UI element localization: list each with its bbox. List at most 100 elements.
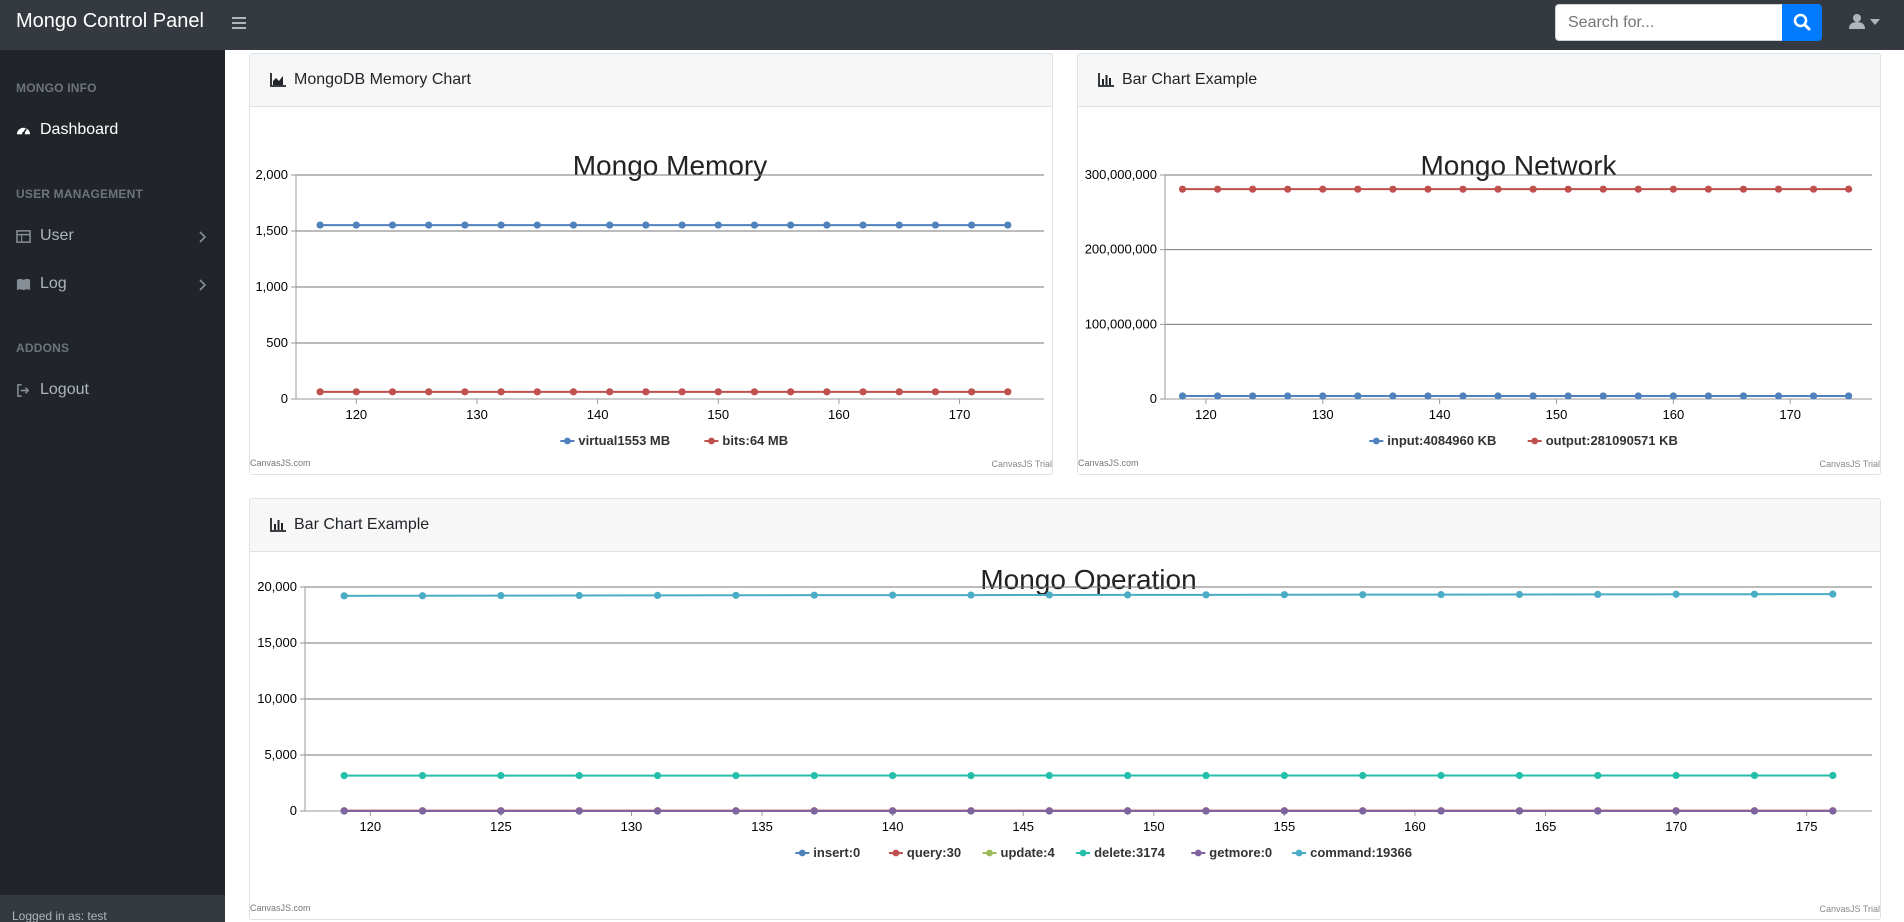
data-point (1704, 185, 1712, 193)
search-button[interactable] (1782, 4, 1822, 41)
legend-item: command:19366 (1292, 845, 1412, 860)
legend-label: query:30 (907, 845, 961, 860)
data-point (388, 221, 397, 229)
search-input[interactable] (1555, 4, 1782, 41)
data-point (810, 771, 818, 780)
legend-label: update:4 (1001, 845, 1056, 860)
data-point (1494, 392, 1502, 400)
y-tick-label: 2,000 (255, 167, 288, 182)
data-point (1515, 807, 1524, 815)
data-point (1672, 807, 1680, 815)
memory-line-chart: Mongo Memory 0 500 1,000 1,500 2,000 120 130 140… (255, 150, 1044, 448)
series-line (344, 593, 1833, 597)
card-title: Bar Chart Example (294, 516, 430, 533)
chart-credit-right: CanvasJS Trial (1819, 904, 1880, 914)
data-point (1045, 771, 1053, 780)
data-point (967, 591, 975, 599)
data-point (497, 388, 505, 396)
x-tick-label: 130 (621, 819, 643, 834)
data-point (859, 388, 867, 396)
data-point (787, 221, 795, 229)
app-title[interactable]: Mongo Control Panel (16, 10, 204, 33)
data-point (1809, 392, 1818, 400)
x-tick-label: 130 (466, 407, 488, 422)
chart-credit-left[interactable]: CanvasJS.com (1078, 458, 1139, 468)
legend-item: insert:0 (795, 845, 860, 860)
sidebar-item-log[interactable]: Log (0, 265, 225, 305)
data-point (1774, 392, 1783, 400)
data-point (678, 388, 686, 396)
data-point (1045, 591, 1053, 599)
chart-credit-right: CanvasJS Trial (991, 459, 1052, 469)
chart-credit-left[interactable]: CanvasJS.com (250, 458, 311, 468)
data-point (1359, 591, 1367, 599)
caret-down-icon (1870, 19, 1880, 25)
y-tick-label: 100,000,000 (1085, 316, 1157, 331)
book-icon (16, 278, 31, 291)
data-point (1389, 392, 1397, 400)
y-tick-label: 0 (1150, 391, 1157, 406)
legend-item: update:4 (982, 845, 1056, 860)
x-tick-label: 125 (490, 819, 512, 834)
hamburger-icon (232, 17, 246, 29)
data-point (1750, 590, 1759, 598)
data-point (823, 388, 831, 396)
data-point (1124, 771, 1132, 780)
data-point (1319, 185, 1327, 193)
data-point (889, 807, 897, 815)
user-menu-dropdown[interactable] (1845, 10, 1885, 34)
chevron-right-icon (199, 231, 207, 243)
data-point (425, 388, 433, 396)
data-point (1494, 185, 1502, 193)
data-point (967, 807, 975, 815)
legend-label: delete:3174 (1094, 845, 1166, 860)
x-tick-label: 165 (1535, 819, 1557, 834)
legend-marker-dot (1194, 849, 1202, 857)
data-point (1424, 392, 1432, 400)
data-point (1829, 771, 1837, 780)
data-point (1178, 392, 1187, 400)
data-point (653, 807, 662, 815)
data-point (340, 772, 348, 780)
data-point (533, 221, 541, 229)
data-point (1594, 771, 1602, 780)
data-point (1202, 591, 1210, 599)
data-point (889, 771, 897, 780)
data-point (750, 388, 759, 396)
data-point (732, 591, 740, 599)
chart-title: Mongo Operation (980, 564, 1196, 595)
y-tick-label: 1,000 (255, 279, 288, 294)
search-icon (1793, 13, 1811, 31)
sidebar-item-dashboard[interactable]: Dashboard (0, 111, 225, 151)
data-point (1280, 771, 1288, 780)
chart-credit-right: CanvasJS Trial (1819, 459, 1880, 469)
data-point (642, 221, 650, 229)
data-point (1845, 392, 1853, 400)
legend-item: bits:64 MB (704, 433, 788, 448)
data-point (732, 771, 740, 780)
x-tick-label: 130 (1312, 407, 1334, 422)
sidebar-toggle-button[interactable] (228, 12, 250, 34)
data-point (895, 388, 903, 396)
data-point (1124, 807, 1132, 815)
y-tick-label: 20,000 (257, 579, 297, 594)
x-tick-label: 170 (949, 407, 971, 422)
sidebar-item-user[interactable]: User (0, 217, 225, 257)
data-point (1829, 590, 1837, 598)
x-tick-label: 120 (359, 819, 381, 834)
sidebar-item-label: Log (40, 275, 67, 292)
logged-in-status: Logged in as: test (12, 909, 107, 922)
data-point (1280, 591, 1288, 599)
data-point (1829, 807, 1837, 815)
data-point (1669, 392, 1677, 400)
data-point (1124, 591, 1132, 599)
data-point (497, 771, 505, 780)
data-point (1672, 590, 1680, 598)
sidebar-item-logout[interactable]: Logout (0, 371, 225, 411)
sidebar-heading-mongo-info: MONGO INFO (16, 81, 97, 95)
data-point (859, 221, 867, 229)
card-body: Mongo Memory 0 500 1,000 1,500 2,000 120 130 140… (250, 108, 1052, 474)
legend-marker-dot (798, 849, 806, 857)
sign-out-icon (17, 384, 30, 397)
chart-credit-left[interactable]: CanvasJS.com (250, 903, 311, 913)
